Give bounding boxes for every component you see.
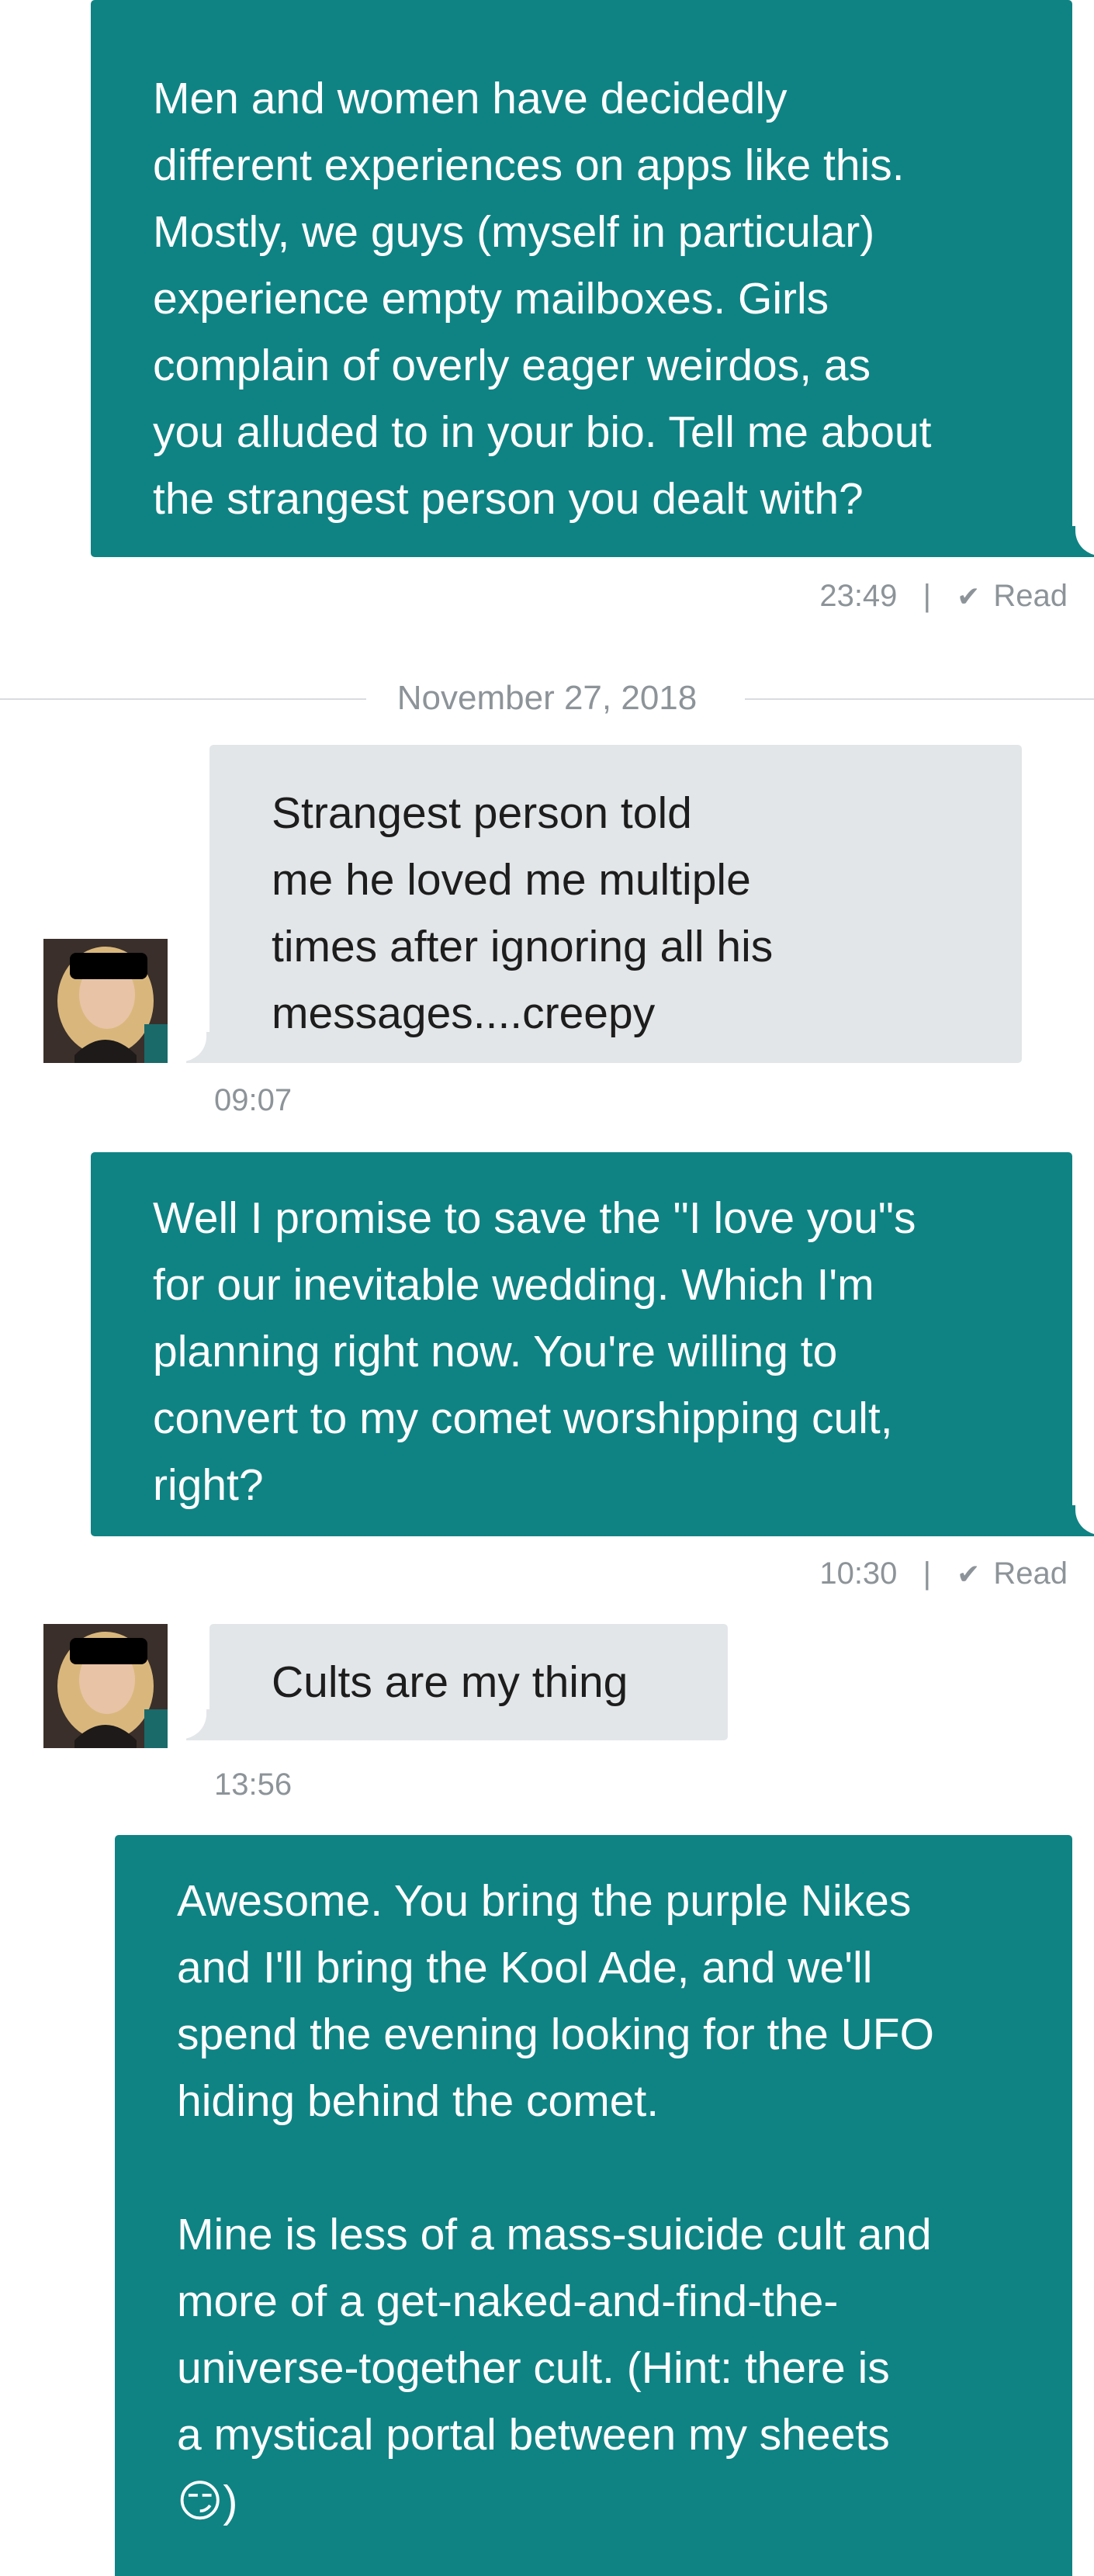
message-meta: 10:30 | ✔ Read [819, 1554, 1068, 1594]
bubble-tail [180, 1708, 209, 1740]
message-bubble-outgoing[interactable]: Awesome. You bring the purple Nikes and … [115, 1835, 1072, 2576]
avatar-photo [43, 939, 168, 1063]
message-bubble-incoming[interactable]: Strangest person told me he loved me mul… [180, 745, 1022, 1063]
date-divider: November 27, 2018 [0, 679, 1094, 718]
message-bubble-incoming[interactable]: Cults are my thing [180, 1624, 728, 1740]
message-time: 10:30 [819, 1556, 898, 1591]
message-time: 13:56 [214, 1768, 293, 1802]
message-text: Strangest person told me he loved me mul… [272, 788, 774, 1038]
avatar[interactable] [43, 1624, 168, 1748]
avatar[interactable] [43, 939, 168, 1063]
checkmark-icon: ✔ [957, 580, 981, 612]
message-meta: 23:49 | ✔ Read [819, 576, 1068, 616]
message-text: Well I promise to save the "I love you"s… [153, 1193, 916, 1510]
chat-thread: Men and women have decidedly different e… [0, 0, 1094, 2576]
message-text: Cults are my thing [272, 1657, 628, 1707]
read-status: Read [993, 1556, 1068, 1591]
message-meta: 09:07 [214, 1081, 292, 1120]
meta-separator: | [923, 579, 931, 613]
divider-line-right [745, 698, 1094, 700]
message-meta: 13:56 [214, 1765, 292, 1804]
message-text: Men and women have decidedly different e… [153, 74, 932, 524]
message-time: 23:49 [819, 579, 898, 613]
message-time: 09:07 [214, 1083, 293, 1117]
meta-separator: | [923, 1556, 931, 1591]
bubble-tail [1072, 1504, 1094, 1536]
avatar-photo [43, 1624, 168, 1748]
message-text: Awesome. You bring the purple Nikes and … [177, 1876, 934, 2526]
bubble-tail [1072, 525, 1094, 557]
message-bubble-outgoing[interactable]: Well I promise to save the "I love you"s… [91, 1152, 1094, 1536]
read-status: Read [993, 579, 1068, 613]
message-bubble-outgoing[interactable]: Men and women have decidedly different e… [91, 0, 1094, 557]
checkmark-icon: ✔ [957, 1558, 981, 1590]
bubble-tail [180, 1030, 209, 1063]
